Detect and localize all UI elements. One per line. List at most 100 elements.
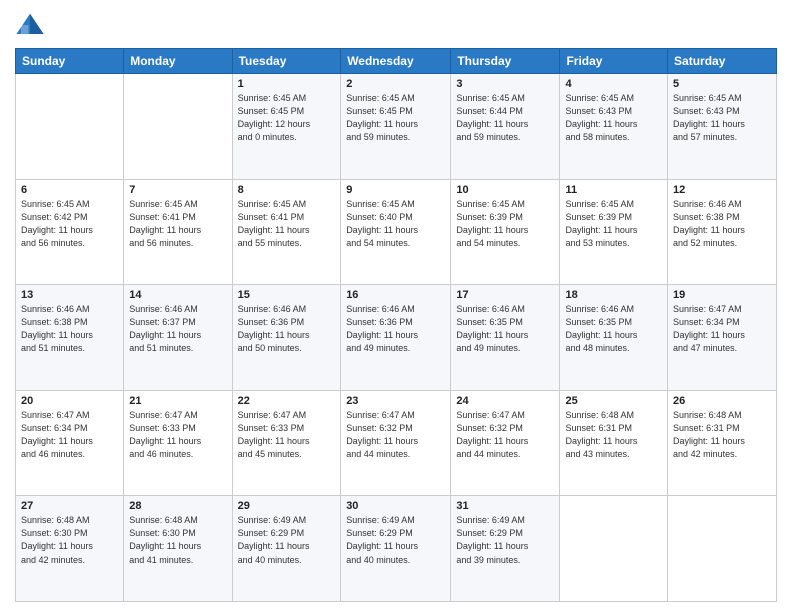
day-detail: Sunrise: 6:46 AMSunset: 6:37 PMDaylight:… (129, 303, 226, 355)
calendar-cell: 24Sunrise: 6:47 AMSunset: 6:32 PMDayligh… (451, 390, 560, 496)
calendar-cell: 8 Sunrise: 6:45 AMSunset: 6:41 PMDaylight… (232, 179, 341, 285)
day-number: 21 (129, 395, 226, 407)
day-number: 4 (565, 78, 662, 90)
day-number: 16 (346, 289, 445, 301)
day-detail: Sunrise: 6:46 AMSunset: 6:38 PMDaylight:… (673, 198, 771, 250)
day-number: 2 (346, 78, 445, 90)
day-number: 22 (238, 395, 336, 407)
day-number: 25 (565, 395, 662, 407)
calendar-cell: 19Sunrise: 6:47 AMSunset: 6:34 PMDayligh… (668, 285, 777, 391)
day-detail: Sunrise: 6:46 AMSunset: 6:36 PMDaylight:… (238, 303, 336, 355)
day-number: 26 (673, 395, 771, 407)
day-number: 31 (456, 500, 554, 512)
calendar-cell: 5Sunrise: 6:45 AMSunset: 6:43 PMDaylight… (668, 74, 777, 180)
day-detail: Sunrise: 6:46 AMSunset: 6:35 PMDaylight:… (456, 303, 554, 355)
calendar-week-4: 20 Sunrise: 6:47 AMSunset: 6:34 PMDayligh… (16, 390, 777, 496)
calendar-cell: 23 Sunrise: 6:47 AMSunset: 6:32 PMDayligh… (341, 390, 451, 496)
calendar-cell: 21 Sunrise: 6:47 AMSunset: 6:33 PMDayligh… (124, 390, 232, 496)
calendar-cell: 13 Sunrise: 6:46 AMSunset: 6:38 PMDayligh… (16, 285, 124, 391)
calendar-cell: 7Sunrise: 6:45 AMSunset: 6:41 PMDaylight… (124, 179, 232, 285)
day-number: 3 (456, 78, 554, 90)
day-number: 5 (673, 78, 771, 90)
day-number: 17 (456, 289, 554, 301)
calendar-cell: 25 Sunrise: 6:48 AMSunset: 6:31 PMDayligh… (560, 390, 668, 496)
day-detail: Sunrise: 6:45 AMSunset: 6:39 PMDaylight:… (456, 198, 554, 250)
calendar-cell: 28 Sunrise: 6:48 AMSunset: 6:30 PMDayligh… (124, 496, 232, 602)
day-number: 20 (21, 395, 118, 407)
calendar-cell: 17 Sunrise: 6:46 AMSunset: 6:35 PMDayligh… (451, 285, 560, 391)
day-number: 14 (129, 289, 226, 301)
weekday-header-monday: Monday (124, 49, 232, 74)
day-number: 30 (346, 500, 445, 512)
day-detail: Sunrise: 6:48 AMSunset: 6:31 PMDaylight:… (673, 409, 771, 461)
calendar-cell: 3 Sunrise: 6:45 AMSunset: 6:44 PMDaylight… (451, 74, 560, 180)
calendar-cell: 6Sunrise: 6:45 AMSunset: 6:42 PMDaylight… (16, 179, 124, 285)
calendar-body: 1 Sunrise: 6:45 AMSunset: 6:45 PMDaylight… (16, 74, 777, 602)
day-detail: Sunrise: 6:45 AMSunset: 6:39 PMDaylight:… (565, 198, 662, 250)
day-number: 6 (21, 184, 118, 196)
calendar-cell: 14 Sunrise: 6:46 AMSunset: 6:37 PMDayligh… (124, 285, 232, 391)
weekday-header-sunday: Sunday (16, 49, 124, 74)
day-number: 15 (238, 289, 336, 301)
calendar-cell: 10 Sunrise: 6:45 AMSunset: 6:39 PMDayligh… (451, 179, 560, 285)
calendar-week-3: 13 Sunrise: 6:46 AMSunset: 6:38 PMDayligh… (16, 285, 777, 391)
day-number: 1 (238, 78, 336, 90)
calendar-cell: 26 Sunrise: 6:48 AMSunset: 6:31 PMDayligh… (668, 390, 777, 496)
calendar-cell: 12Sunrise: 6:46 AMSunset: 6:38 PMDayligh… (668, 179, 777, 285)
day-detail: Sunrise: 6:47 AMSunset: 6:33 PMDaylight:… (129, 409, 226, 461)
weekday-header-row: SundayMondayTuesdayWednesdayThursdayFrid… (16, 49, 777, 74)
calendar-cell: 15 Sunrise: 6:46 AMSunset: 6:36 PMDayligh… (232, 285, 341, 391)
day-detail: Sunrise: 6:48 AMSunset: 6:30 PMDaylight:… (129, 514, 226, 566)
day-detail: Sunrise: 6:47 AMSunset: 6:33 PMDaylight:… (238, 409, 336, 461)
day-detail: Sunrise: 6:45 AMSunset: 6:40 PMDaylight:… (346, 198, 445, 250)
weekday-header-wednesday: Wednesday (341, 49, 451, 74)
calendar-week-2: 6Sunrise: 6:45 AMSunset: 6:42 PMDaylight… (16, 179, 777, 285)
day-detail: Sunrise: 6:48 AMSunset: 6:31 PMDaylight:… (565, 409, 662, 461)
calendar-cell: 27 Sunrise: 6:48 AMSunset: 6:30 PMDayligh… (16, 496, 124, 602)
calendar-cell: 2 Sunrise: 6:45 AMSunset: 6:45 PMDaylight… (341, 74, 451, 180)
day-number: 7 (129, 184, 226, 196)
calendar-cell: 9 Sunrise: 6:45 AMSunset: 6:40 PMDaylight… (341, 179, 451, 285)
calendar-cell: 18Sunrise: 6:46 AMSunset: 6:35 PMDayligh… (560, 285, 668, 391)
day-detail: Sunrise: 6:48 AMSunset: 6:30 PMDaylight:… (21, 514, 118, 566)
day-detail: Sunrise: 6:45 AMSunset: 6:45 PMDaylight:… (238, 92, 336, 144)
weekday-header-friday: Friday (560, 49, 668, 74)
calendar-cell: 11Sunrise: 6:45 AMSunset: 6:39 PMDayligh… (560, 179, 668, 285)
day-number: 18 (565, 289, 662, 301)
day-number: 13 (21, 289, 118, 301)
calendar-cell (560, 496, 668, 602)
day-detail: Sunrise: 6:47 AMSunset: 6:32 PMDaylight:… (346, 409, 445, 461)
day-detail: Sunrise: 6:49 AMSunset: 6:29 PMDaylight:… (456, 514, 554, 566)
calendar-cell: 30 Sunrise: 6:49 AMSunset: 6:29 PMDayligh… (341, 496, 451, 602)
logo (15, 10, 49, 40)
day-number: 8 (238, 184, 336, 196)
calendar-cell (16, 74, 124, 180)
calendar-cell: 20 Sunrise: 6:47 AMSunset: 6:34 PMDayligh… (16, 390, 124, 496)
calendar-table: SundayMondayTuesdayWednesdayThursdayFrid… (15, 48, 777, 602)
day-detail: Sunrise: 6:45 AMSunset: 6:41 PMDaylight:… (238, 198, 336, 250)
calendar-header: SundayMondayTuesdayWednesdayThursdayFrid… (16, 49, 777, 74)
day-detail: Sunrise: 6:46 AMSunset: 6:36 PMDaylight:… (346, 303, 445, 355)
day-detail: Sunrise: 6:45 AMSunset: 6:44 PMDaylight:… (456, 92, 554, 144)
calendar-cell (668, 496, 777, 602)
calendar-week-1: 1 Sunrise: 6:45 AMSunset: 6:45 PMDaylight… (16, 74, 777, 180)
day-number: 27 (21, 500, 118, 512)
weekday-header-saturday: Saturday (668, 49, 777, 74)
day-detail: Sunrise: 6:49 AMSunset: 6:29 PMDaylight:… (346, 514, 445, 566)
day-detail: Sunrise: 6:46 AMSunset: 6:38 PMDaylight:… (21, 303, 118, 355)
day-number: 28 (129, 500, 226, 512)
calendar-cell: 4 Sunrise: 6:45 AMSunset: 6:43 PMDaylight… (560, 74, 668, 180)
calendar-cell: 31 Sunrise: 6:49 AMSunset: 6:29 PMDayligh… (451, 496, 560, 602)
day-detail: Sunrise: 6:45 AMSunset: 6:45 PMDaylight:… (346, 92, 445, 144)
day-number: 9 (346, 184, 445, 196)
logo-icon (15, 10, 45, 40)
day-number: 10 (456, 184, 554, 196)
day-detail: Sunrise: 6:45 AMSunset: 6:43 PMDaylight:… (565, 92, 662, 144)
calendar-week-5: 27 Sunrise: 6:48 AMSunset: 6:30 PMDayligh… (16, 496, 777, 602)
day-detail: Sunrise: 6:47 AMSunset: 6:32 PMDaylight:… (456, 409, 554, 461)
calendar-cell: 1 Sunrise: 6:45 AMSunset: 6:45 PMDaylight… (232, 74, 341, 180)
day-detail: Sunrise: 6:47 AMSunset: 6:34 PMDaylight:… (673, 303, 771, 355)
day-number: 23 (346, 395, 445, 407)
weekday-header-thursday: Thursday (451, 49, 560, 74)
day-detail: Sunrise: 6:47 AMSunset: 6:34 PMDaylight:… (21, 409, 118, 461)
